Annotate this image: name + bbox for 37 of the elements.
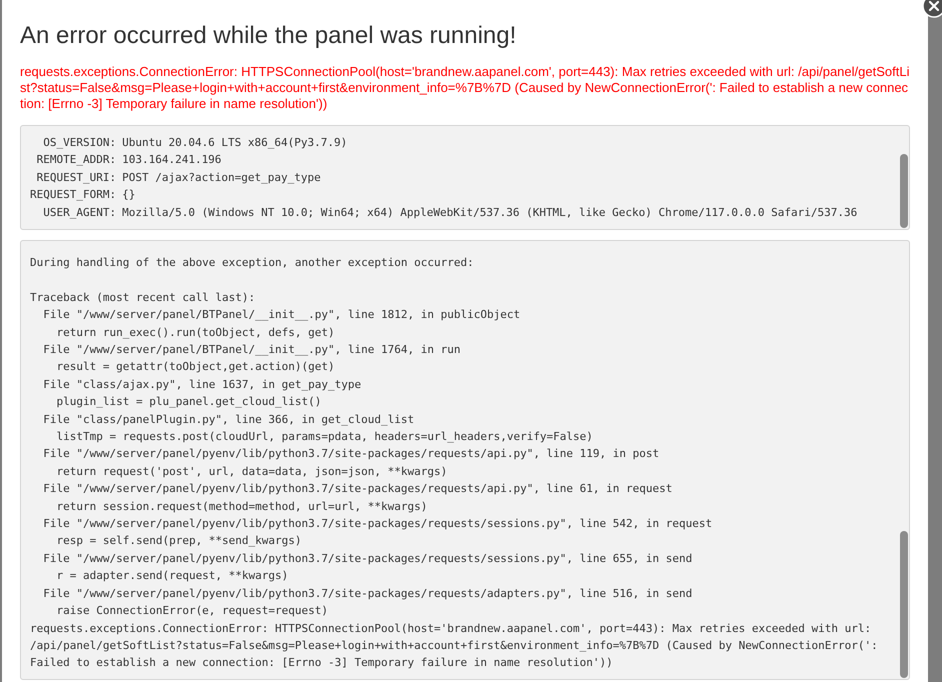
info-value: Mozilla/5.0 (Windows NT 10.0; Win64; x64) AppleWebKit/537.36 (KHTML, like Gecko) Chrome/117.0.0.0 Safari/537.36 bbox=[122, 204, 858, 221]
traceback-line: /api/panel/getSoftList?status=False&msg=Please+login+with+account+first&environment_info=%7B%7D (Caused by NewConnectionError(': bbox=[30, 638, 879, 654]
traceback-line: File "class/panelPlugin.py", line 366, in get_cloud_list bbox=[42, 412, 416, 428]
traceback-line: plugin_list = plu_panel.get_cloud_list() bbox=[55, 394, 322, 410]
traceback-intro: During handling of the above exception, another exception occurred: bbox=[30, 255, 475, 271]
traceback-line: return request('post', url, data=data, json=json, **kwargs) bbox=[55, 464, 448, 480]
traceback-line: File "/www/server/panel/pyenv/lib/python3.7/site-packages/requests/api.py", line 119, in post bbox=[42, 446, 660, 462]
traceback-line: File "/www/server/panel/pyenv/lib/python3.7/site-packages/requests/sessions.py", line 542, in request bbox=[42, 516, 714, 532]
info-label: OS_VERSION: bbox=[42, 135, 116, 151]
traceback-line: File "class/ajax.py", line 1637, in get_pay_type bbox=[42, 376, 362, 393]
traceback-line: return run_exec().run(toObject, defs, get) bbox=[55, 324, 336, 341]
traceback-line: File "/www/server/panel/pyenv/lib/python3.7/site-packages/requests/adapters.py", line 516, in send bbox=[42, 586, 694, 602]
traceback-line: raise ConnectionError(e, request=request) bbox=[55, 603, 330, 620]
info-value: Ubuntu 20.04.6 LTS x86_64(Py3.7.9) bbox=[122, 135, 348, 151]
traceback-line: File "/www/server/panel/BTPanel/__init__.py", line 1764, in run bbox=[42, 342, 462, 358]
traceback-line: Traceback (most recent call last): bbox=[30, 290, 256, 306]
traceback-line: result = getattr(toObject,get.action)(get) bbox=[55, 359, 336, 376]
info-value: {} bbox=[122, 187, 136, 204]
info-label: REMOTE_ADDR: bbox=[36, 152, 116, 168]
traceback-line: Failed to establish a new connection: [Errno -3] Temporary failure in name resolution')) bbox=[30, 655, 614, 672]
scrollbar-thumb[interactable] bbox=[900, 531, 908, 678]
scrollbar-thumb[interactable] bbox=[900, 154, 908, 228]
traceback-line: requests.exceptions.ConnectionError: HTTPSConnectionPool(host='brandnew.aapanel.com', port=443): Max retries exceeded with url: bbox=[30, 620, 872, 637]
info-label: REQUEST_FORM: bbox=[30, 187, 116, 204]
info-value: POST /ajax?action=get_pay_type bbox=[122, 170, 322, 186]
traceback-line: File "/www/server/panel/pyenv/lib/python3.7/site-packages/requests/sessions.py", line 655, in send bbox=[42, 550, 694, 567]
traceback-line: return session.request(method=method, url=url, **kwargs) bbox=[55, 498, 428, 515]
info-label: USER_AGENT: bbox=[42, 204, 116, 221]
traceback-line: File "/www/server/panel/pyenv/lib/python3.7/site-packages/requests/api.py", line 61, in request bbox=[42, 481, 674, 498]
dialog-title: An error occurred while the panel was running! bbox=[20, 21, 518, 51]
traceback-line: listTmp = requests.post(cloudUrl, params=pdata, headers=url_headers,verify=False) bbox=[55, 429, 594, 446]
traceback-line: r = adapter.send(request, **kwargs) bbox=[55, 568, 290, 584]
info-label: REQUEST_URI: bbox=[36, 170, 116, 186]
traceback-line: resp = self.send(prep, **send_kwargs) bbox=[55, 533, 303, 550]
traceback-line: File "/www/server/panel/BTPanel/__init__.py", line 1812, in publicObject bbox=[42, 307, 522, 324]
error-message: requests.exceptions.ConnectionError: HTTPSConnectionPool(host='brandnew.aapanel.com', port=443): Max retries exceeded with url: /api/panel/getSoftList?status=False&msg=Please+login+with+account+first&environment_info=%7B%7D (Caused by NewConnectionError(': Failed to establish a new connection: [Errno -3] Temporary failure in name resolution')) bbox=[20, 64, 910, 112]
info-value: 103.164.241.196 bbox=[122, 152, 222, 168]
